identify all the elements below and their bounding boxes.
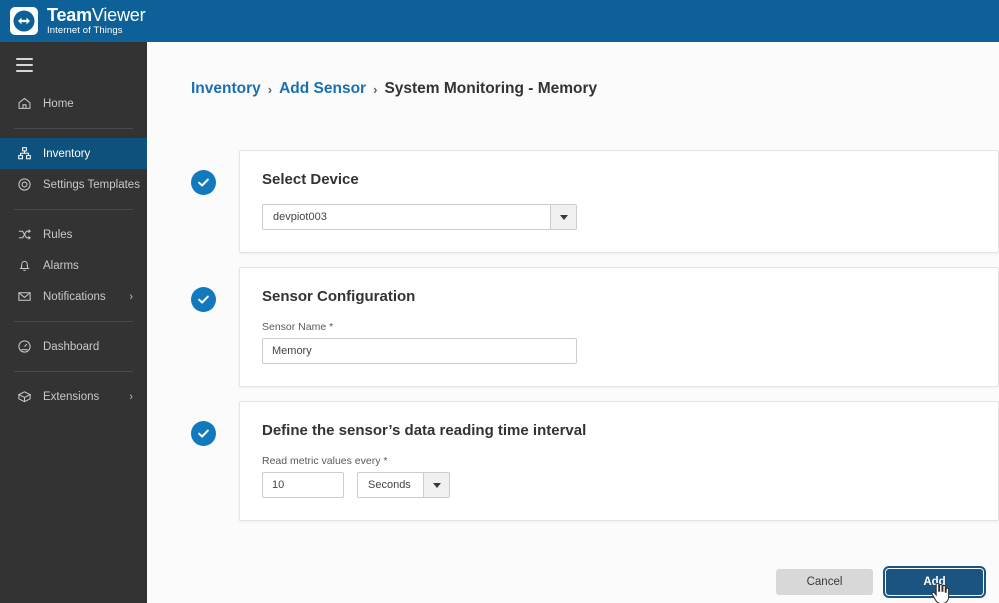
chevron-down-icon[interactable] bbox=[550, 205, 576, 229]
step-select-device: Select Device devpiot003 bbox=[191, 150, 999, 267]
breadcrumb-separator: › bbox=[267, 81, 273, 97]
check-circle-icon bbox=[191, 421, 216, 446]
step-time-interval: Define the sensor’s data reading time in… bbox=[191, 401, 999, 535]
sidebar-item-label: Alarms bbox=[43, 259, 79, 272]
sidebar-item-label: Settings Templates bbox=[43, 178, 140, 191]
breadcrumb-item-inventory[interactable]: Inventory bbox=[191, 80, 261, 98]
breadcrumb-separator: › bbox=[373, 81, 378, 97]
brand-tagline: Internet of Things bbox=[47, 24, 123, 36]
sensor-name-input[interactable] bbox=[262, 338, 577, 364]
device-select-value: devpiot003 bbox=[273, 211, 327, 223]
sidebar-divider bbox=[14, 321, 133, 322]
brand-logo-group[interactable]: TeamViewer Internet of Things bbox=[0, 4, 146, 37]
sidebar-item-rules[interactable]: Rules bbox=[0, 219, 147, 250]
card-title: Define the sensor’s data reading time in… bbox=[262, 422, 587, 439]
chevron-right-icon: › bbox=[129, 290, 133, 303]
sidebar-item-notifications[interactable]: Notifications › bbox=[0, 281, 147, 312]
main-content: Inventory › Add Sensor › System Monitori… bbox=[147, 42, 999, 603]
breadcrumb-item-add-sensor[interactable]: Add Sensor bbox=[279, 80, 366, 98]
home-icon bbox=[16, 95, 33, 112]
sidebar-item-label: Dashboard bbox=[43, 340, 100, 353]
sidebar: Home Inventory Settings Templates Rules … bbox=[0, 42, 147, 603]
wizard-steps: Select Device devpiot003 Sensor Configur… bbox=[191, 150, 999, 535]
envelope-icon bbox=[16, 288, 33, 305]
sidebar-item-alarms[interactable]: Alarms bbox=[0, 250, 147, 281]
interval-row: Seconds bbox=[262, 472, 976, 498]
sensor-name-label: Sensor Name * bbox=[262, 321, 334, 333]
sidebar-item-label: Extensions bbox=[43, 390, 100, 403]
application-window: TeamViewer Internet of Things Home Inven… bbox=[0, 0, 999, 603]
sidebar-item-settings-templates[interactable]: Settings Templates bbox=[0, 169, 147, 200]
sidebar-item-label: Home bbox=[43, 97, 74, 110]
breadcrumb-current: System Monitoring - Memory bbox=[384, 80, 598, 97]
chevron-right-icon: › bbox=[129, 390, 133, 403]
extensions-box-icon bbox=[16, 388, 33, 405]
interval-value-input[interactable] bbox=[262, 472, 344, 498]
cancel-button[interactable]: Cancel bbox=[776, 569, 873, 595]
brand-name: TeamViewer bbox=[47, 4, 146, 25]
dashboard-gauge-icon bbox=[16, 338, 33, 355]
top-brand-bar: TeamViewer Internet of Things bbox=[0, 0, 999, 42]
caret-shape bbox=[432, 482, 441, 488]
sidebar-divider bbox=[14, 128, 133, 129]
card-title: Select Device bbox=[262, 171, 359, 188]
brand-text: TeamViewer Internet of Things bbox=[47, 4, 146, 37]
caret-shape bbox=[559, 214, 568, 220]
sidebar-item-label: Notifications bbox=[43, 290, 106, 303]
chevron-down-icon[interactable] bbox=[423, 473, 449, 497]
breadcrumb: Inventory › Add Sensor › System Monitori… bbox=[191, 80, 597, 98]
bell-icon bbox=[16, 257, 33, 274]
sidebar-item-label: Rules bbox=[43, 228, 73, 241]
inventory-icon bbox=[16, 145, 33, 162]
interval-unit-value: Seconds bbox=[368, 479, 411, 491]
form-actions: Cancel Add bbox=[147, 566, 986, 598]
interval-unit-select[interactable]: Seconds bbox=[357, 472, 450, 498]
sensor-configuration-card: Sensor Configuration Sensor Name * bbox=[239, 267, 999, 387]
sidebar-item-home[interactable]: Home bbox=[0, 88, 147, 119]
sidebar-item-label: Inventory bbox=[43, 147, 91, 160]
rules-shuffle-icon bbox=[16, 226, 33, 243]
teamviewer-arrows-icon bbox=[10, 7, 38, 35]
step-sensor-configuration: Sensor Configuration Sensor Name * bbox=[191, 267, 999, 401]
select-device-card: Select Device devpiot003 bbox=[239, 150, 999, 253]
check-circle-icon bbox=[191, 170, 216, 195]
gear-target-icon bbox=[16, 176, 33, 193]
sidebar-divider bbox=[14, 371, 133, 372]
sidebar-item-extensions[interactable]: Extensions › bbox=[0, 381, 147, 412]
card-title: Sensor Configuration bbox=[262, 288, 416, 305]
sidebar-item-inventory[interactable]: Inventory bbox=[0, 138, 147, 169]
hamburger-bars bbox=[16, 58, 33, 72]
brand-name-light: Viewer bbox=[91, 4, 146, 25]
time-interval-card: Define the sensor’s data reading time in… bbox=[239, 401, 999, 521]
sidebar-item-dashboard[interactable]: Dashboard bbox=[0, 331, 147, 362]
add-button[interactable]: Add bbox=[883, 566, 986, 598]
hamburger-menu-icon[interactable] bbox=[0, 42, 147, 88]
sidebar-divider bbox=[14, 209, 133, 210]
brand-name-bold: Team bbox=[47, 4, 92, 25]
check-circle-icon bbox=[191, 287, 216, 312]
device-select[interactable]: devpiot003 bbox=[262, 204, 577, 230]
interval-label: Read metric values every * bbox=[262, 455, 388, 467]
